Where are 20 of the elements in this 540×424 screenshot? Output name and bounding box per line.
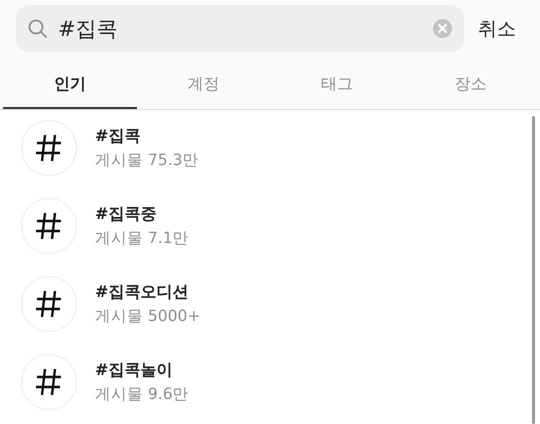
search-icon [28,18,48,38]
hashtag-icon [35,289,63,319]
hashtag-name[interactable]: #집콕중 [95,204,189,224]
hashtag-avatar[interactable] [21,198,77,254]
hashtag-icon [35,367,63,397]
hashtag-icon [35,133,63,163]
post-count: 게시물 7.1만 [95,228,189,248]
hashtag-icon [35,211,63,241]
cancel-button[interactable]: 취소 [478,16,516,42]
post-count: 게시물 75.3만 [95,150,198,170]
tab[interactable]: 인기 [3,61,136,109]
post-count: 게시물 5000+ [95,306,200,326]
hashtag-avatar[interactable] [21,354,77,410]
hashtag-avatar[interactable] [21,120,77,176]
hashtag-avatar[interactable] [21,276,77,332]
hashtag-name[interactable]: #집콕 [95,126,198,146]
hashtag-name[interactable]: #집콕놀이 [95,360,189,380]
hashtag-name[interactable]: #집콕오디션 [95,282,200,302]
post-count: 게시물 9.6만 [95,384,189,404]
search-field[interactable]: #집콕 [16,5,464,52]
